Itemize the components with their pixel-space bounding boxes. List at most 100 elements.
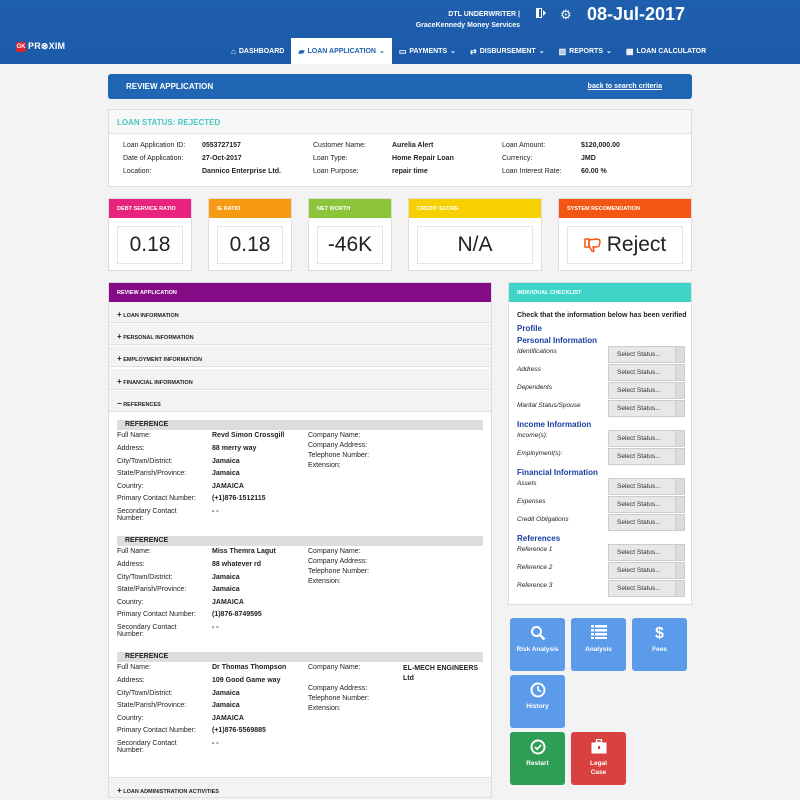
nav-loan-calculator[interactable]: ▦ LOAN CALCULATOR: [619, 38, 713, 64]
full-name-label: Full Name:: [117, 548, 151, 555]
risk-analysis-button[interactable]: Risk Analysis: [510, 618, 565, 671]
state-label: State/Parish/Province:: [117, 586, 187, 593]
app-logo[interactable]: GK PR⊗XIM: [16, 41, 65, 52]
plus-icon: +: [117, 786, 122, 795]
kpi-value: 0.18: [117, 226, 183, 264]
city-value: Jamaica: [212, 690, 240, 697]
analysis-button[interactable]: Analysis: [571, 618, 626, 671]
nav-payments[interactable]: ▭ PAYMENTS ⌄: [392, 38, 463, 64]
minus-icon: −: [117, 399, 122, 408]
primary-contact-label: Primary Contact Number:: [117, 495, 196, 502]
company-name-label: Company Name:: [308, 548, 361, 555]
checklist-title: INDIVIDUAL CHECKLIST: [509, 283, 691, 302]
accordion-financial-information[interactable]: + FINANCIAL INFORMATION: [109, 369, 491, 390]
checklist-references-heading: References: [517, 534, 561, 543]
checklist-income-heading: Income Information: [517, 420, 592, 429]
status-select[interactable]: Select Status...: [608, 430, 685, 447]
top-header: GK PR⊗XIM DTL UNDERWRITER | GraceKennedy…: [0, 0, 800, 64]
extension-label: Extension:: [308, 578, 341, 585]
plus-icon: +: [117, 377, 122, 386]
kpi-label: SYSTEM RECOMENDATION: [559, 199, 691, 218]
state-label: State/Parish/Province:: [117, 702, 187, 709]
nav-reports[interactable]: ▥ REPORTS ⌄: [552, 38, 619, 64]
telephone-label: Telephone Number:: [308, 695, 370, 702]
accordion-loan-administration-activities[interactable]: + LOAN ADMINISTRATION ACTIVITIES: [109, 777, 491, 798]
kpi-label: NET WORTH: [309, 199, 391, 218]
plus-icon: +: [117, 310, 122, 319]
accordion-employment-information[interactable]: + EMPLOYMENT INFORMATION: [109, 346, 491, 367]
page-title: REVIEW APPLICATION: [126, 82, 214, 91]
secondary-contact-label: Secondary Contact Number:: [117, 508, 177, 522]
state-value: Jamaica: [212, 470, 240, 477]
checklist-item: Reference 2: [517, 564, 553, 571]
status-select[interactable]: Select Status...: [608, 364, 685, 381]
dollar-icon: $: [655, 625, 664, 642]
status-select[interactable]: Select Status...: [608, 478, 685, 495]
plus-icon: +: [117, 332, 122, 341]
history-button[interactable]: History: [510, 675, 565, 728]
kpi-ie-ratio: IE RATIO 0.18: [208, 198, 292, 271]
full-name-value: Dr Thomas Thompson: [212, 664, 287, 671]
nav-loan-application[interactable]: ▰ LOAN APPLICATION ⌄: [291, 38, 392, 64]
status-select[interactable]: Select Status...: [608, 580, 685, 597]
telephone-label: Telephone Number:: [308, 568, 370, 575]
loan-status-panel: LOAN STATUS: REJECTED Loan Application I…: [108, 109, 692, 187]
secondary-contact-label: Secondary Contact Number:: [117, 624, 177, 638]
main-nav: ⌂ DASHBOARD ▰ LOAN APPLICATION ⌄ ▭ PAYMENTS ⌄…: [224, 38, 713, 64]
briefcase-icon: [571, 738, 626, 759]
checklist-note: Check that the information below has bee…: [517, 312, 687, 319]
card-icon: ▭: [398, 46, 407, 56]
status-select[interactable]: Select Status...: [608, 382, 685, 399]
user-info: DTL UNDERWRITER | GraceKennedy Money Ser…: [416, 9, 520, 31]
secondary-contact-value: - -: [212, 508, 219, 515]
status-select[interactable]: Select Status...: [608, 448, 685, 465]
list-icon: [571, 625, 626, 645]
status-select[interactable]: Select Status...: [608, 346, 685, 363]
user-role: DTL UNDERWRITER |: [448, 11, 520, 18]
search-icon: [510, 625, 565, 645]
country-label: Country:: [117, 715, 144, 722]
accordion-personal-information[interactable]: + PERSONAL INFORMATION: [109, 324, 491, 345]
door-exit-icon[interactable]: [535, 7, 547, 22]
kpi-credit-score: CREDIT SCORE N/A: [408, 198, 542, 271]
status-select[interactable]: Select Status...: [608, 400, 685, 417]
nav-dashboard[interactable]: ⌂ DASHBOARD: [224, 38, 291, 64]
primary-contact-value: (1)876-8749595: [212, 611, 262, 618]
status-select[interactable]: Select Status...: [608, 514, 685, 531]
secondary-contact-value: - -: [212, 740, 219, 747]
check-circle-icon: [510, 739, 565, 759]
checklist-item: Marital Status/Spouse: [517, 402, 581, 409]
full-name-value: Revd Simon Crossgill: [212, 432, 285, 439]
city-label: City/Town/District:: [117, 690, 173, 697]
city-value: Jamaica: [212, 458, 240, 465]
country-value: JAMAICA: [212, 599, 244, 606]
clock-icon: [510, 682, 565, 702]
kpi-value: 0.18: [217, 226, 283, 264]
kpi-net-worth: NET WORTH -46K: [308, 198, 392, 271]
kpi-debt-service-ratio: DEBT SERVICE RATIO 0.18: [108, 198, 192, 271]
transfer-icon: ⇄: [470, 46, 477, 56]
kpi-value-wrap: Reject: [567, 226, 683, 264]
thumbs-down-icon: [583, 235, 607, 255]
secondary-contact-label: Secondary Contact Number:: [117, 740, 177, 754]
status-select[interactable]: Select Status...: [608, 544, 685, 561]
company-address-label: Company Address:: [308, 442, 368, 449]
accordion-references[interactable]: − REFERENCES: [109, 391, 491, 412]
kpi-value: -46K: [317, 226, 383, 264]
chevron-down-icon: ⌄: [378, 48, 385, 55]
back-to-search-link[interactable]: back to search criteria: [588, 83, 662, 90]
restart-button[interactable]: Restart: [510, 732, 565, 785]
checklist-profile-heading: Profile: [517, 324, 542, 333]
city-label: City/Town/District:: [117, 458, 173, 465]
fees-button[interactable]: $ Fees: [632, 618, 687, 671]
legal-case-button[interactable]: Legal Case: [571, 732, 626, 785]
kpi-label: DEBT SERVICE RATIO: [109, 199, 191, 218]
state-label: State/Parish/Province:: [117, 470, 187, 477]
gear-icon[interactable]: ⚙: [560, 7, 572, 23]
status-select[interactable]: Select Status...: [608, 562, 685, 579]
nav-disbursement[interactable]: ⇄ DISBURSEMENT ⌄: [463, 38, 552, 64]
chevron-down-icon: ⌄: [606, 48, 612, 55]
accordion-loan-information[interactable]: + LOAN INFORMATION: [109, 302, 491, 323]
telephone-label: Telephone Number:: [308, 452, 370, 459]
status-select[interactable]: Select Status...: [608, 496, 685, 513]
